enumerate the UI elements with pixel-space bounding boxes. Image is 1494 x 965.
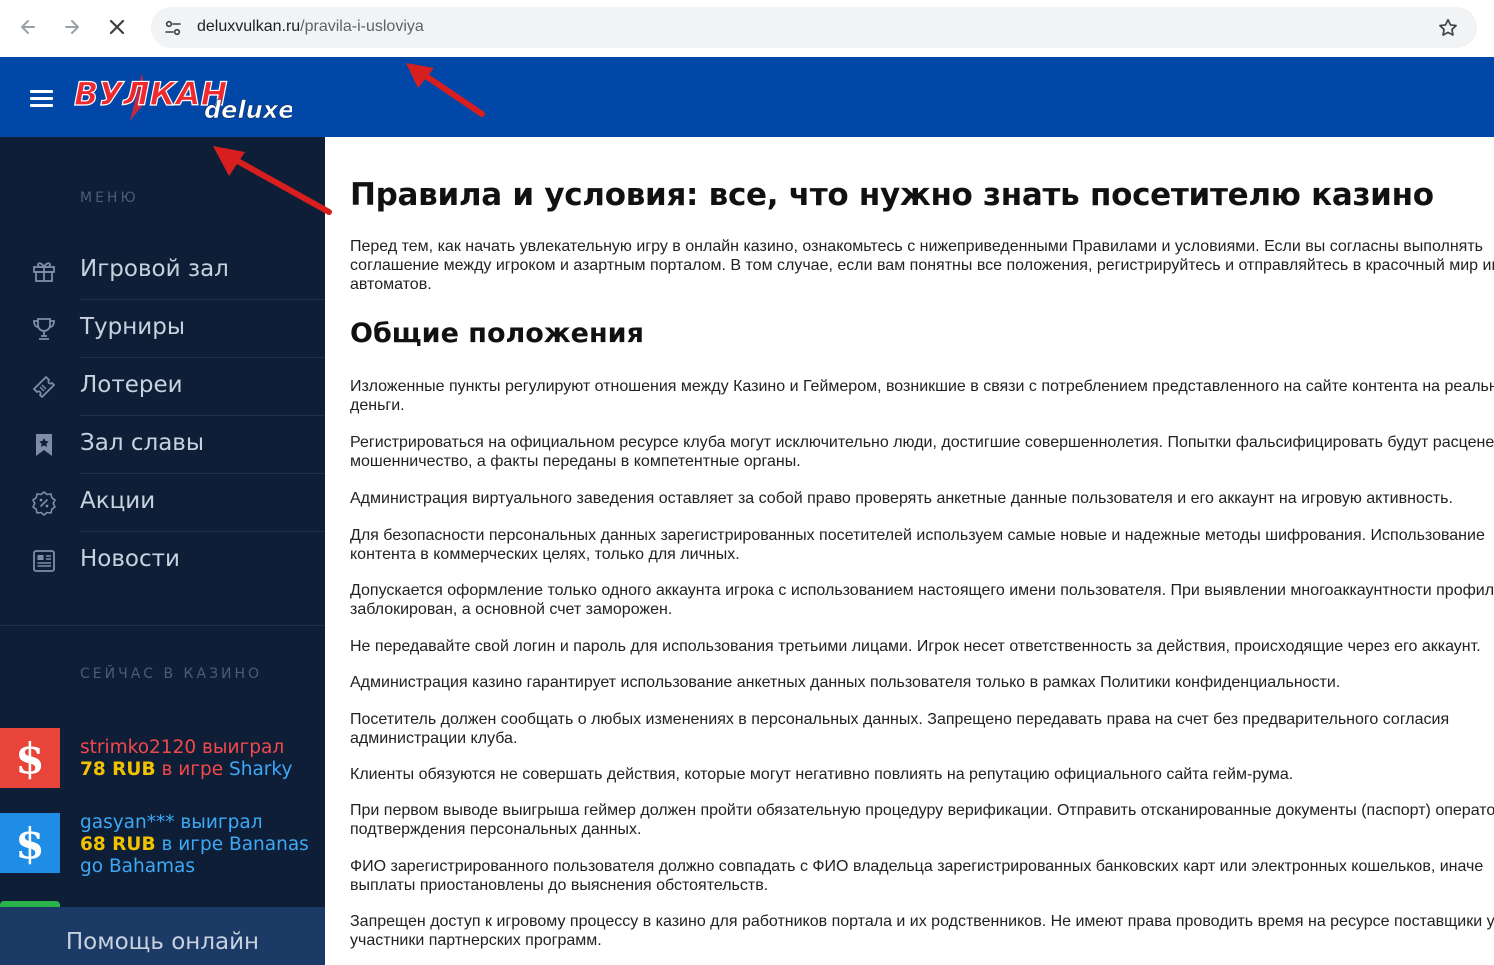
page-title: Правила и условия: все, что нужно знать … [350, 177, 1434, 213]
sidebar-item-label: Новости [80, 546, 180, 572]
sidebar-item-hall-of-fame[interactable]: Зал славы [0, 416, 325, 474]
url-path: /pravila-i-usloviya [300, 18, 424, 35]
close-icon [109, 19, 125, 35]
stop-button[interactable] [105, 15, 129, 39]
win-text: strimko2120 выиграл 78 RUB в игре Sharky [80, 737, 292, 781]
arrow-left-icon [21, 20, 35, 34]
bookmark-star-icon [36, 434, 52, 456]
rules-paragraph: Не передавайте свой логин и пароль для и… [350, 638, 1481, 655]
now-in-casino-label: СЕЙЧАС В КАЗИНО [80, 666, 263, 682]
site-settings-icon[interactable] [163, 18, 183, 38]
newspaper-icon [33, 550, 55, 572]
star-icon[interactable] [1437, 17, 1459, 39]
game-link[interactable]: Bananas [229, 834, 309, 855]
win-text: gasyan*** выиграл 68 RUB в игре Bananas … [80, 812, 309, 878]
back-button[interactable] [16, 15, 40, 39]
rules-paragraph: Запрещен доступ к игровому процессу в ка… [350, 913, 1494, 949]
rules-paragraph: Администрация виртуального заведения ост… [350, 490, 1453, 507]
sidebar: МЕНЮ Игровой зал Турниры Лотереи Зал сла… [0, 137, 325, 965]
annotation-arrow-logo [213, 146, 332, 215]
sidebar-item-tournaments[interactable]: Турниры [0, 300, 325, 358]
winner-name: strimko2120 выиграл [80, 737, 285, 758]
sidebar-item-label: Лотереи [80, 372, 183, 398]
sidebar-item-label: Зал славы [80, 430, 205, 456]
main-content: Правила и условия: все, что нужно знать … [325, 137, 1494, 965]
intro-paragraph: Перед тем, как начать увлекательную игру… [350, 238, 1494, 293]
forward-button[interactable] [60, 15, 84, 39]
in-game-text: в игре [161, 834, 224, 855]
win-amount: 78 RUB [80, 759, 156, 780]
ticket-icon [33, 376, 55, 398]
sidebar-item-label: Игровой зал [80, 256, 229, 282]
rules-paragraph: Допускается оформление только одного акк… [350, 582, 1494, 618]
rules-paragraph: Регистрироваться на официальном ресурсе … [350, 434, 1494, 470]
rules-paragraph: При первом выводе выигрыша геймер должен… [350, 802, 1494, 838]
rules-paragraph: Изложенные пункты регулируют отношения м… [350, 378, 1494, 414]
section-title: Общие положения [350, 318, 644, 349]
rules-paragraph: ФИО зарегистрированного пользователя дол… [350, 858, 1484, 894]
sidebar-item-label: Турниры [80, 314, 186, 340]
sidebar-item-label: Акции [80, 488, 156, 514]
dollar-badge-icon: $ [0, 813, 60, 873]
menu-section-label: МЕНЮ [80, 190, 139, 206]
logo-sub-text: deluxe [204, 96, 292, 124]
game-link-continued[interactable]: go Bahamas [80, 856, 195, 877]
address-bar[interactable]: deluxvulkan.ru/pravila-i-usloviya [151, 7, 1477, 48]
help-online-button[interactable]: Помощь онлайн [0, 907, 325, 965]
dollar-badge-icon: $ [0, 728, 60, 788]
url-host: deluxvulkan.ru [197, 18, 301, 35]
rules-paragraph: Администрация казино гарантирует использ… [350, 674, 1341, 691]
sidebar-item-news[interactable]: Новости [0, 532, 325, 590]
game-link[interactable]: Sharky [229, 759, 292, 780]
rules-paragraph: Клиенты обязуются не совершать действия,… [350, 766, 1294, 783]
sidebar-item-lotteries[interactable]: Лотереи [0, 358, 325, 416]
hamburger-menu-button[interactable] [30, 90, 53, 107]
win-amount: 68 RUB [80, 834, 156, 855]
rules-paragraph: Для безопасности персональных данных зар… [350, 527, 1485, 563]
url-text[interactable]: deluxvulkan.ru/pravila-i-usloviya [197, 18, 424, 36]
in-game-text: в игре [161, 759, 224, 780]
trophy-icon [33, 318, 55, 340]
sidebar-item-promotions[interactable]: Акции [0, 474, 325, 532]
site-logo[interactable]: ВУЛКАН deluxe [72, 71, 295, 135]
browser-toolbar: deluxvulkan.ru/pravila-i-usloviya [0, 0, 1494, 57]
sidebar-divider [0, 625, 325, 626]
annotation-arrow-url [406, 63, 485, 117]
arrow-right-icon [65, 20, 79, 34]
rules-paragraph: Посетитель должен сообщать о любых измен… [350, 711, 1450, 747]
site-header: ВУЛКАН deluxe [0, 57, 1494, 137]
percent-badge-icon [32, 491, 56, 516]
gift-icon [33, 262, 55, 282]
winner-name: gasyan*** выиграл [80, 812, 263, 833]
sidebar-item-game-hall[interactable]: Игровой зал [0, 242, 325, 300]
